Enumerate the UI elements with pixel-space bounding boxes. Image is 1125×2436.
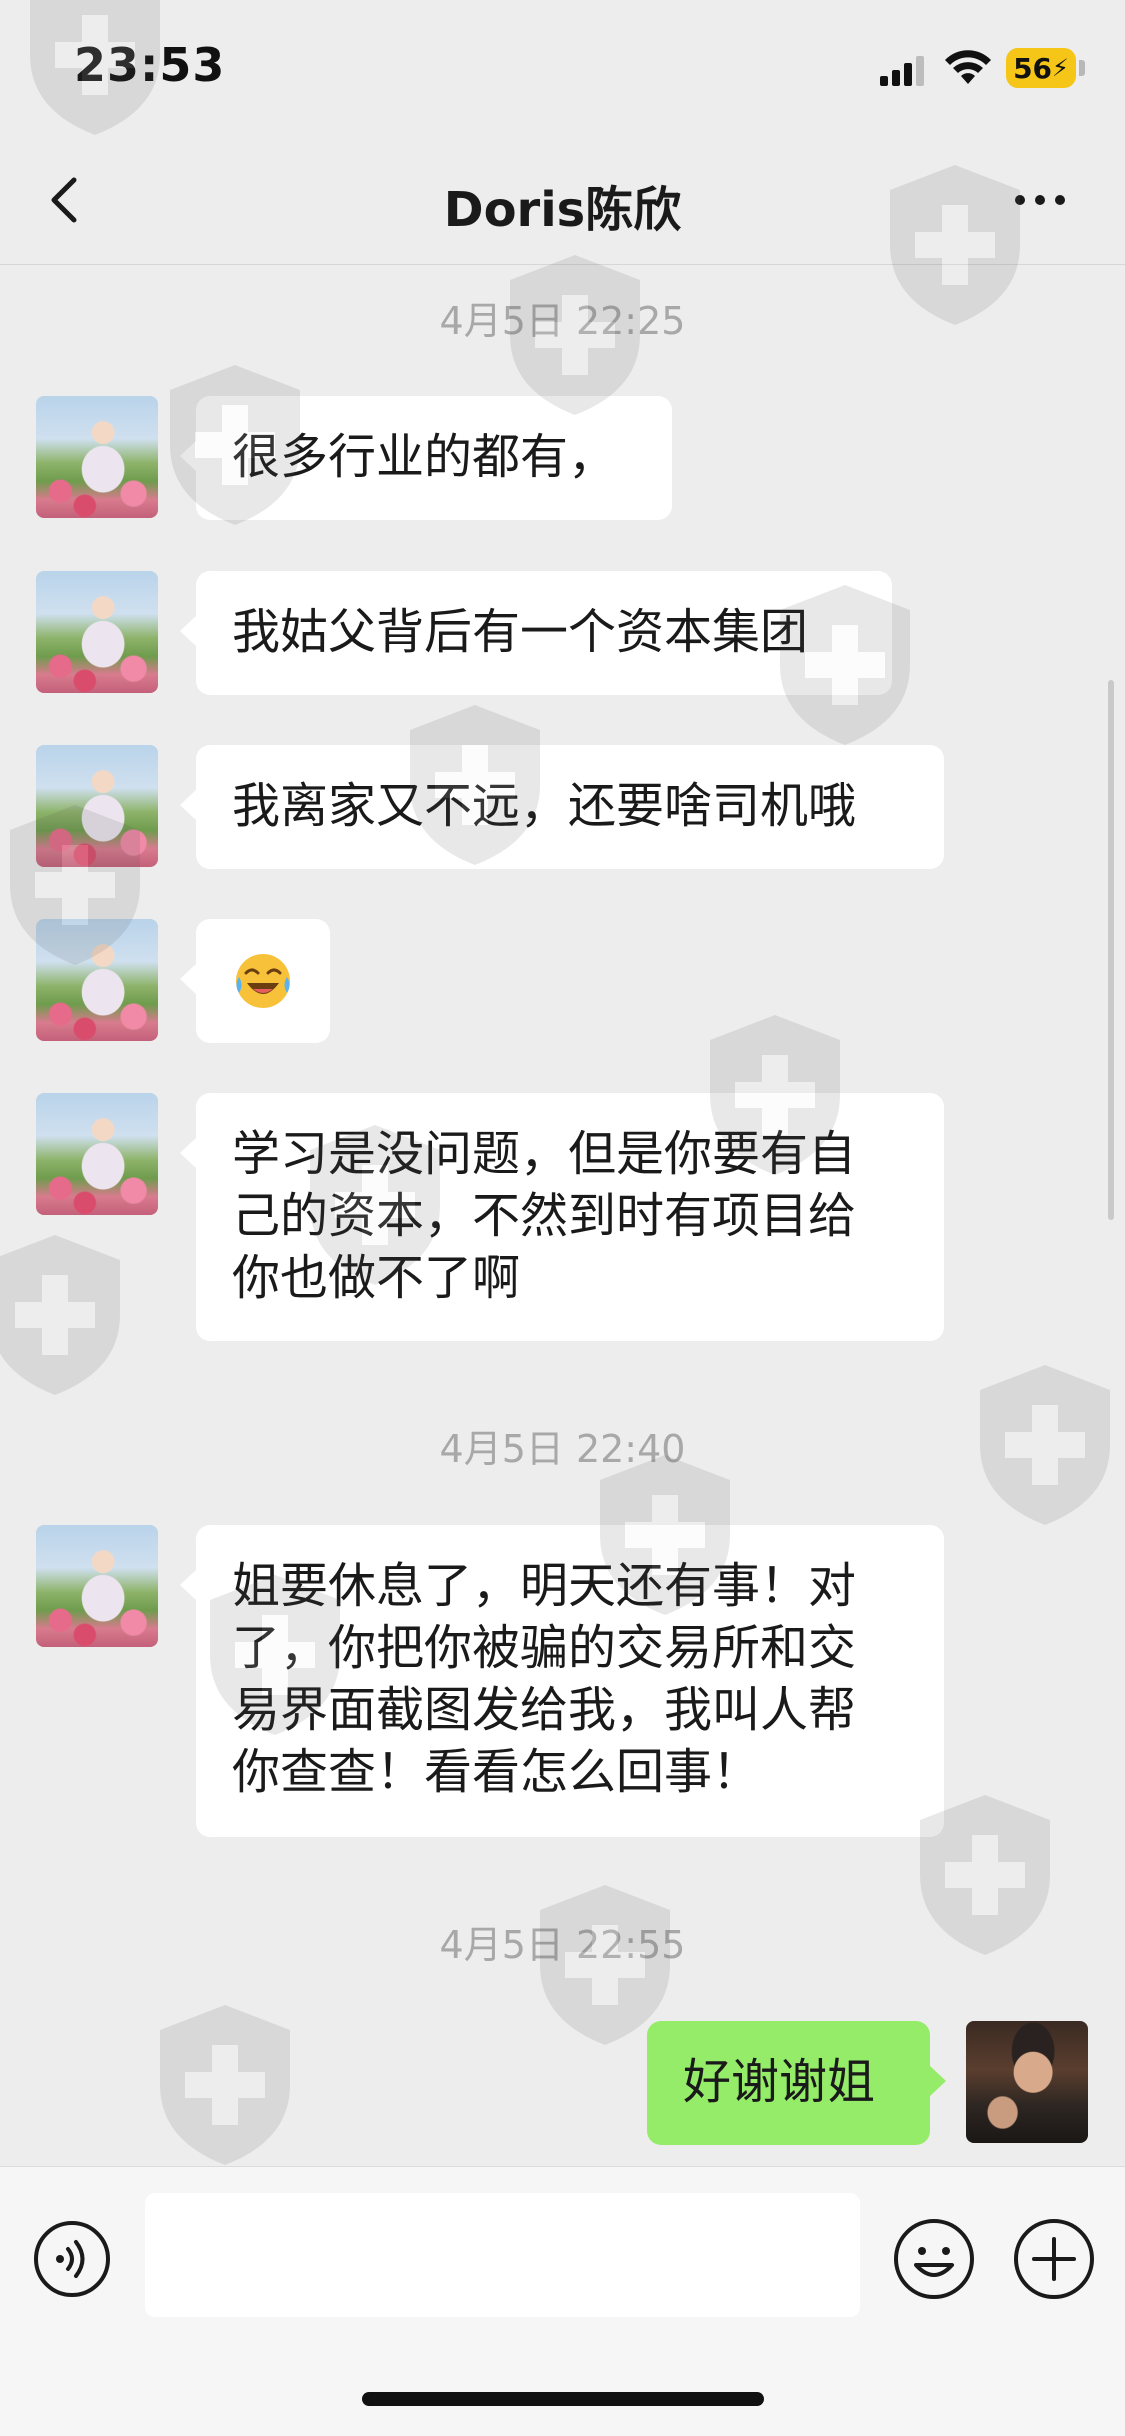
timestamp: 4月5日 22:55 [439,1923,686,1967]
incoming-message[interactable]: 学习是没问题，但是你要有自 己的资本，不然到时有项目给 你也做不了啊 [180,1093,944,1341]
status-time: 23:53 [74,38,226,92]
status-bar: 23:53 56 ⚡ [0,0,1125,140]
incoming-message[interactable]: 很多行业的都有， [180,396,672,520]
wifi-icon [945,50,991,84]
message-line: 你查查！看看怎么回事！ [232,1744,761,1800]
contact-avatar[interactable] [36,1093,158,1215]
shield-watermark-icon [0,1235,120,1395]
nav-bar: Doris陈欣 [0,140,1125,265]
message-line: 姐要休息了，明天还有事！对 [232,1558,857,1614]
outgoing-message[interactable]: 好谢谢姐 [647,2021,946,2145]
home-indicator[interactable] [362,2392,764,2406]
message-line: 了，你把你被骗的交易所和交 [232,1620,857,1676]
voice-icon[interactable] [32,2219,112,2299]
chat-title: Doris陈欣 [443,182,682,238]
battery-tip [1079,60,1085,76]
contact-avatar[interactable] [36,396,158,518]
ellipsis-icon[interactable] [1010,188,1070,212]
signal-icon [880,56,924,86]
message-text: 我离家又不远，还要啥司机哦 [232,778,857,834]
message-text: 很多行业的都有， [232,429,617,485]
contact-avatar[interactable] [36,571,158,693]
battery-level: 56 [1013,51,1053,85]
message-text: 好谢谢姐 [683,2054,876,2110]
message-line: 易界面截图发给我，我叫人帮 [232,1682,857,1738]
my-avatar[interactable] [966,2021,1088,2143]
battery-indicator: 56 ⚡ [1006,48,1076,88]
crying-laughing-face-icon [236,954,290,1008]
message-line: 你也做不了啊 [232,1250,521,1306]
contact-avatar[interactable] [36,1525,158,1647]
emoji-icon[interactable] [892,2217,976,2301]
timestamp: 4月5日 22:40 [439,1427,686,1471]
charging-bolt-icon: ⚡ [1052,54,1069,82]
message-input[interactable] [145,2193,860,2317]
incoming-message[interactable]: 我姑父背后有一个资本集团 [180,571,892,695]
shield-watermark-icon [160,2005,290,2165]
contact-avatar[interactable] [36,745,158,867]
incoming-message[interactable]: 姐要休息了，明天还有事！对 了，你把你被骗的交易所和交 易界面截图发给我，我叫人… [180,1525,944,1837]
timestamp: 4月5日 22:25 [439,299,686,343]
message-line: 学习是没问题，但是你要有自 [232,1126,857,1182]
message-line: 己的资本，不然到时有项目给 [232,1188,857,1244]
contact-avatar[interactable] [36,919,158,1041]
incoming-message[interactable]: 我离家又不远，还要啥司机哦 [180,745,944,869]
message-text: 我姑父背后有一个资本集团 [232,604,809,660]
plus-icon[interactable] [1012,2217,1096,2301]
incoming-message-emoji[interactable] [180,919,330,1043]
scrollbar[interactable] [1108,680,1114,1220]
chat-screen: 23:53 56 ⚡ Doris陈欣 4月5日 22:25 很多行业的都有， 我… [0,0,1125,2436]
